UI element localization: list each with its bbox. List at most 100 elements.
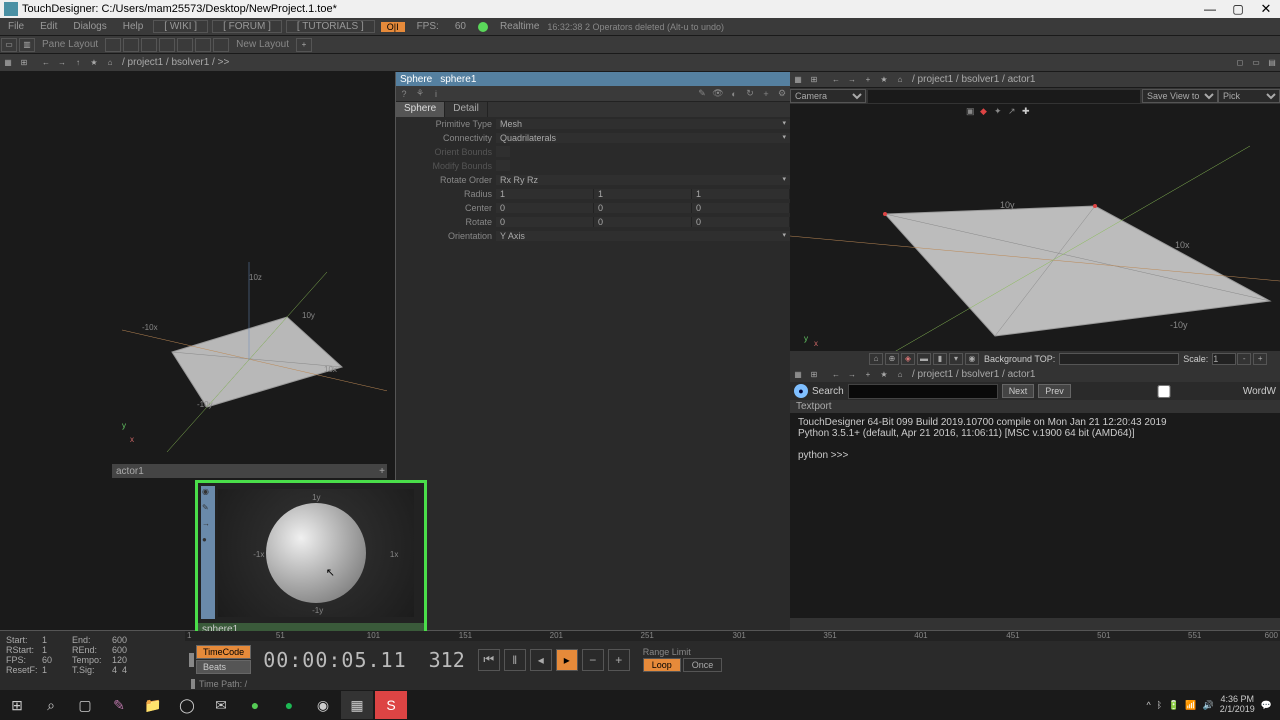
rview-back[interactable]: ← — [829, 74, 843, 86]
pane-opt-1[interactable]: ◻ — [1233, 57, 1247, 69]
tray-wifi-icon[interactable]: 📶 — [1185, 700, 1196, 711]
pane-opt-3[interactable]: ▤ — [1265, 57, 1279, 69]
taskbar-app-s[interactable]: S — [375, 691, 407, 719]
help-icon[interactable]: ? — [397, 88, 411, 100]
rotate-x[interactable]: 0 — [496, 217, 594, 227]
saveview-dropdown[interactable]: Save View to — [1142, 89, 1218, 103]
camera-path-field[interactable] — [868, 90, 1140, 103]
layout-btn-2[interactable]: ▥ — [19, 38, 35, 52]
layout-btn-1[interactable]: ▭ — [1, 38, 17, 52]
taskbar-explorer[interactable]: 📁 — [137, 691, 169, 719]
menu-file[interactable]: File — [0, 21, 32, 32]
realtime-label[interactable]: Realtime — [492, 21, 547, 32]
add-icon[interactable]: + — [759, 88, 773, 100]
rview-star[interactable]: ★ — [877, 74, 891, 86]
edit-param-icon[interactable]: ✎ — [695, 88, 709, 100]
connectivity-dropdown[interactable]: Quadrilaterals — [496, 133, 790, 143]
maximize-button[interactable]: ▢ — [1224, 0, 1252, 18]
preset-3[interactable] — [141, 38, 157, 52]
tp-pane-icon[interactable]: ▦ — [791, 368, 805, 380]
power-toggle[interactable]: O|I — [381, 22, 405, 32]
rotate-order-dropdown[interactable]: Rx Ry Rz — [496, 175, 790, 185]
wireframe-icon[interactable]: ◈ — [901, 353, 915, 365]
taskbar-chrome[interactable]: ◯ — [171, 691, 203, 719]
tab-sphere[interactable]: Sphere — [396, 102, 445, 117]
node-sphere1[interactable]: ◉ ✎ → ● 1y -1y -1x 1x ↖ sphere1 — [195, 480, 427, 640]
textport-scrollbar[interactable] — [790, 618, 1280, 630]
play-rev-button[interactable]: ◂ — [530, 649, 552, 671]
link-tutorials[interactable]: [ TUTORIALS ] — [286, 20, 375, 33]
tray-notifications-icon[interactable]: 💬 — [1261, 700, 1272, 711]
tab-detail[interactable]: Detail — [445, 102, 488, 117]
search-next[interactable]: Next — [1002, 384, 1035, 398]
search-input[interactable] — [848, 384, 998, 399]
search-prev[interactable]: Prev — [1038, 384, 1071, 398]
menu-dialogs[interactable]: Dialogs — [65, 21, 114, 32]
orient-bounds-toggle[interactable] — [496, 146, 510, 157]
pane-type-icon[interactable]: ▦ — [1, 57, 15, 69]
menu-help[interactable]: Help — [115, 21, 152, 32]
node-actor1[interactable]: 10y -10x 10x -10y 10z x y actor1 + — [112, 252, 387, 462]
gear-icon[interactable]: ⚙ — [775, 88, 789, 100]
split-icon[interactable]: ⊞ — [17, 57, 31, 69]
rotate-z[interactable]: 0 — [692, 217, 790, 227]
taskbar-mail[interactable]: ✉ — [205, 691, 237, 719]
rview-path[interactable]: / project1 / bsolver1 / actor1 — [908, 74, 1039, 85]
preset-6[interactable] — [195, 38, 211, 52]
textport-content[interactable]: TouchDesigner 64-Bit 099 Build 2019.1070… — [790, 413, 1280, 618]
wordwrap-check[interactable] — [1089, 385, 1239, 398]
play-button[interactable]: ▸ — [556, 649, 578, 671]
rview-split-icon[interactable]: ⊞ — [807, 74, 821, 86]
center-x[interactable]: 0 — [496, 203, 594, 213]
tp-home[interactable]: ⌂ — [893, 368, 907, 380]
tray-volume-icon[interactable]: 🔊 — [1203, 700, 1214, 711]
close-button[interactable]: ✕ — [1252, 0, 1280, 18]
shade-icon[interactable]: ▬ — [917, 353, 931, 365]
up-icon[interactable]: ↑ — [71, 57, 85, 69]
frame-display[interactable]: 312 — [419, 648, 475, 672]
start-button[interactable]: ⊞ — [1, 691, 33, 719]
taskbar-app-2[interactable]: ● — [239, 691, 271, 719]
frame-icon[interactable]: ⊕ — [885, 353, 899, 365]
lang-icon[interactable]: ◐ — [727, 88, 741, 100]
forward-icon[interactable]: → — [55, 57, 69, 69]
step-fwd-button[interactable]: + — [608, 649, 630, 671]
link-icon[interactable]: 👁 — [711, 88, 725, 100]
flag-icon[interactable]: ● — [202, 535, 214, 549]
info-icon[interactable]: i — [429, 88, 443, 100]
radius-x[interactable]: 1 — [496, 189, 594, 199]
beats-mode[interactable]: Beats — [196, 660, 251, 674]
actor-plus-icon[interactable]: + — [379, 466, 385, 477]
new-layout-add[interactable]: + — [296, 38, 312, 52]
tp-path[interactable]: / project1 / bsolver1 / actor1 — [908, 369, 1039, 380]
preset-5[interactable] — [177, 38, 193, 52]
center-y[interactable]: 0 — [594, 203, 692, 213]
modify-bounds-toggle[interactable] — [496, 160, 510, 171]
timecode-mode[interactable]: TimeCode — [196, 645, 251, 659]
loop-button[interactable]: Loop — [643, 658, 681, 672]
taskbar-obs[interactable]: ◉ — [307, 691, 339, 719]
preset-7[interactable] — [213, 38, 229, 52]
home-view-icon[interactable]: ⌂ — [869, 353, 883, 365]
camera-icon[interactable]: ◉ — [965, 353, 979, 365]
once-button[interactable]: Once — [683, 658, 723, 672]
timeline-start-handle[interactable] — [189, 653, 194, 667]
back-icon[interactable]: ← — [39, 57, 53, 69]
python-icon[interactable]: ⚘ — [413, 88, 427, 100]
rview-fwd[interactable]: → — [845, 74, 859, 86]
home-icon[interactable]: ⌂ — [103, 57, 117, 69]
normals-icon[interactable]: ▮ — [933, 353, 947, 365]
path-text[interactable]: / project1 / bsolver1 / >> — [118, 57, 233, 68]
rview-add[interactable]: + — [861, 74, 875, 86]
pick-dropdown[interactable]: Pick — [1218, 89, 1280, 103]
link-wiki[interactable]: [ WIKI ] — [153, 20, 208, 33]
tp-star[interactable]: ★ — [877, 368, 891, 380]
minimize-button[interactable]: — — [1196, 0, 1224, 18]
new-layout-label[interactable]: New Layout — [230, 39, 295, 50]
bgtop-field[interactable] — [1059, 353, 1179, 365]
tp-add[interactable]: + — [861, 368, 875, 380]
tray-bluetooth-icon[interactable]: ᛒ — [1157, 700, 1162, 710]
scale-dec[interactable]: - — [1237, 353, 1251, 365]
tp-split-icon[interactable]: ⊞ — [807, 368, 821, 380]
orientation-dropdown[interactable]: Y Axis — [496, 231, 790, 241]
